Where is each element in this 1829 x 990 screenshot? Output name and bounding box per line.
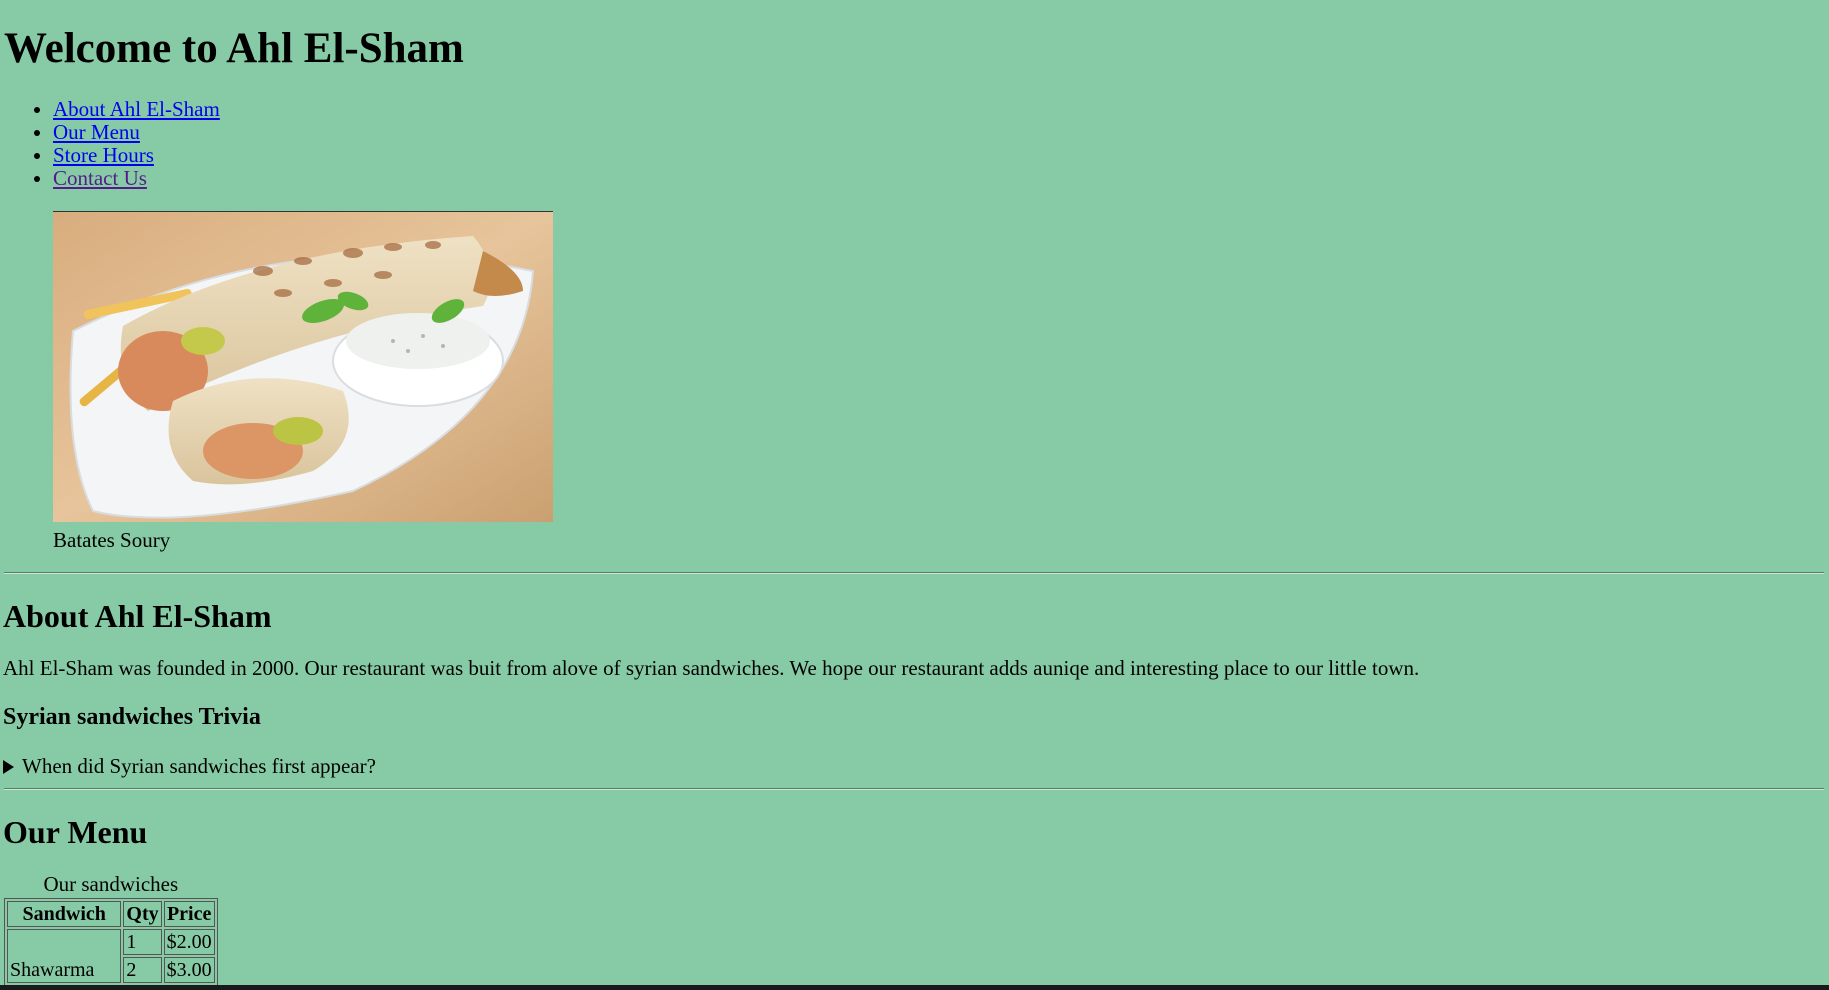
nav-item-menu: Our Menu: [53, 121, 220, 144]
table-header-row: Sandwich Qty Price: [7, 901, 215, 927]
table-row: Shawarma 1 $2.00: [7, 929, 215, 983]
shawarma-plate-image: [53, 211, 553, 522]
sandwich-cell: Shawarma: [7, 929, 122, 983]
nav-item-about: About Ahl El-Sham: [53, 98, 220, 121]
figure-caption: Batates Soury: [53, 528, 171, 552]
column-header: Price: [163, 901, 215, 927]
qty-cell: 1: [123, 929, 162, 955]
nav-link-menu[interactable]: Our Menu: [53, 120, 140, 144]
table-caption: Our sandwiches: [43, 872, 179, 896]
about-text: Ahl El-Sham was founded in 2000. Our res…: [3, 656, 1420, 680]
disclosure-triangle-icon: [3, 760, 14, 774]
menu-table: Sandwich Qty Price Shawarma 1 $2.00 2 $3…: [4, 898, 218, 985]
nav-link-hours[interactable]: Store Hours: [53, 143, 154, 167]
nav-list: About Ahl El-Sham Our Menu Store Hours C…: [0, 98, 220, 190]
divider: [4, 788, 1824, 790]
page-title: Welcome to Ahl El-Sham: [4, 25, 464, 72]
column-header: Sandwich: [7, 901, 122, 927]
trivia-details-toggle[interactable]: When did Syrian sandwiches first appear?: [3, 754, 376, 778]
nav-link-about[interactable]: About Ahl El-Sham: [53, 97, 220, 121]
nav-link-contact[interactable]: Contact Us: [53, 166, 147, 190]
trivia-heading: Syrian sandwiches Trivia: [3, 704, 261, 730]
page: Welcome to Ahl El-Sham About Ahl El-Sham…: [0, 0, 1829, 985]
menu-heading: Our Menu: [3, 814, 148, 850]
window-bottom-edge: [0, 985, 1829, 990]
price-cell: $2.00: [163, 929, 215, 955]
nav-item-hours: Store Hours: [53, 144, 220, 167]
divider: [4, 572, 1824, 574]
about-heading: About Ahl El-Sham: [3, 598, 272, 634]
column-header: Qty: [123, 901, 162, 927]
menu-table-container: Our sandwiches Sandwich Qty Price Shawar…: [4, 872, 218, 985]
trivia-question: When did Syrian sandwiches first appear?: [22, 754, 376, 778]
price-cell: $3.00: [163, 957, 215, 983]
food-figure: [53, 211, 553, 522]
nav-item-contact: Contact Us: [53, 167, 220, 190]
qty-cell: 2: [123, 957, 162, 983]
